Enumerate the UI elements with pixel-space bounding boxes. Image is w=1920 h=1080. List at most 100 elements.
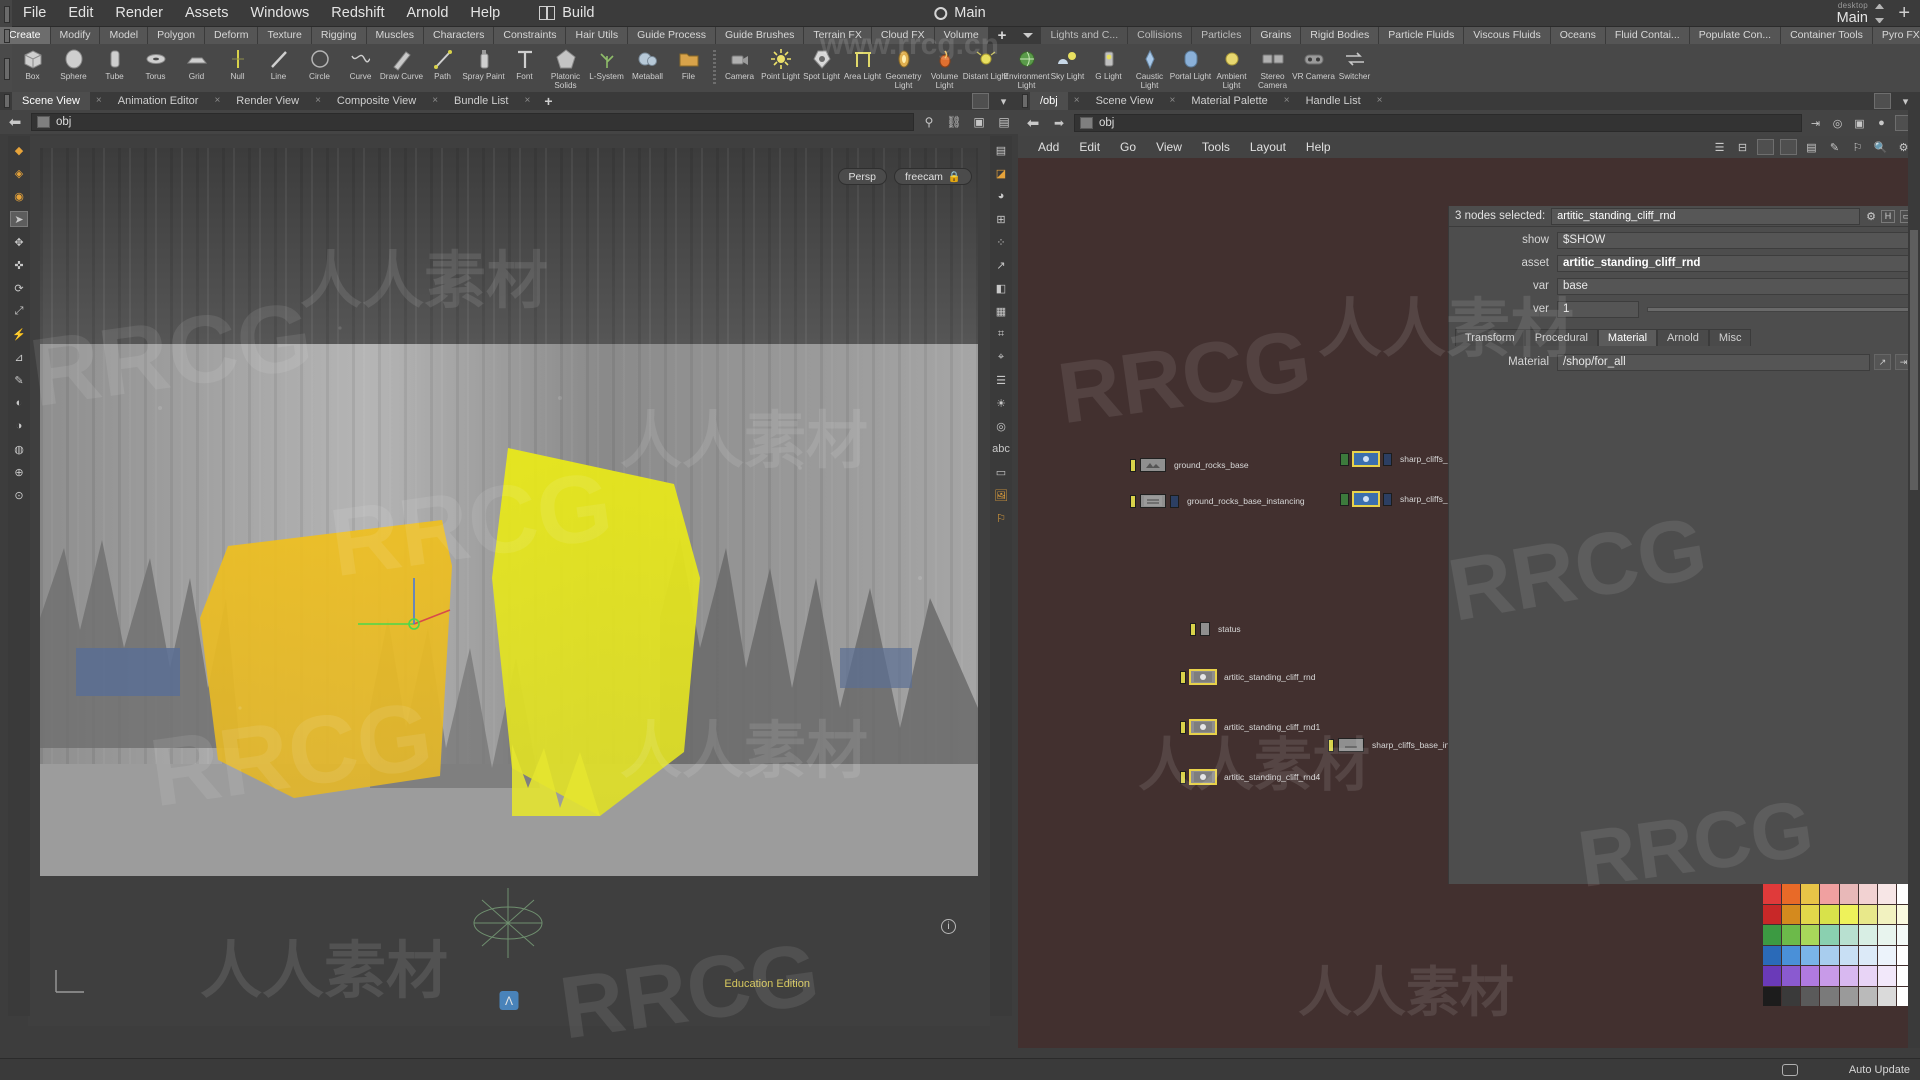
grid-view-icon[interactable] [1757,139,1774,155]
color-swatch[interactable] [1858,925,1877,945]
snapping-icon[interactable]: ⊕ [10,464,28,480]
param-tab-arnold[interactable]: Arnold [1657,329,1709,346]
shelf-tool-circle[interactable]: Circle [299,44,340,92]
shelf-tool-switcher[interactable]: Switcher [1334,44,1375,92]
select-mode-icon[interactable]: ◈ [10,165,28,181]
node-body[interactable] [1140,458,1166,472]
shelf-tool-area-light[interactable]: Area Light [842,44,883,92]
grid-toggle-icon[interactable]: ▦ [992,303,1010,319]
pick-icon[interactable]: ✥ [10,234,28,250]
color-swatch[interactable] [1820,904,1839,924]
color-swatch[interactable] [1801,925,1820,945]
shelf-tool-point-light[interactable]: Point Light [760,44,801,92]
right-vertical-scrollbar[interactable] [1908,110,1920,1048]
network-graph[interactable]: ground_rocks_base ground_rocks_base_inst… [1018,158,1920,1048]
node-ground-rocks-base-instancing[interactable]: ground_rocks_base_instancing [1130,494,1305,508]
tab-scene-view[interactable]: Scene View [12,92,90,110]
shelf-tool-tube[interactable]: Tube [94,44,135,92]
viewport-info-icon[interactable]: i [941,919,956,934]
menu-file[interactable]: File [12,0,57,27]
menu-windows[interactable]: Windows [239,0,320,27]
shelf-tool-curve[interactable]: Curve [340,44,381,92]
normals-icon[interactable]: ↗ [992,257,1010,273]
display-options-icon[interactable]: ▤ [992,142,1010,158]
paint-icon[interactable]: ✎ [10,372,28,388]
color-swatch[interactable] [1877,945,1896,965]
material-toggle-icon[interactable]: ◎ [992,418,1010,434]
shelf-tool-sky-light[interactable]: Sky Light [1047,44,1088,92]
shelf-tab-lights-and-cameras[interactable]: Lights and C... [1041,27,1129,44]
color-swatch[interactable] [1877,966,1896,986]
color-swatch[interactable] [1801,986,1820,1006]
param-slider-ver[interactable] [1647,306,1912,312]
shelf-add-tab-button[interactable]: + [988,27,1016,44]
color-swatch[interactable] [1839,945,1858,965]
auto-update-button[interactable]: Auto Update [1849,1064,1910,1076]
network-path-input[interactable]: obj [1074,114,1802,132]
node-body[interactable] [1353,452,1379,466]
shelf-tool-torus[interactable]: Torus [135,44,176,92]
move-tool-icon[interactable]: ✜ [10,257,28,273]
node-body[interactable] [1200,622,1210,636]
color-swatch[interactable] [1763,884,1782,904]
shelf-tab-cloud-fx[interactable]: Cloud FX [871,27,935,44]
close-icon[interactable]: × [1068,92,1086,110]
shelf-tab-terrain-fx[interactable]: Terrain FX [804,27,872,44]
node-input-connector[interactable] [1340,492,1349,506]
color-swatch[interactable] [1782,966,1801,986]
viewport-render[interactable] [40,148,978,876]
menu-bar-grip[interactable] [0,0,12,27]
shelf-tab-collisions[interactable]: Collisions [1128,27,1193,44]
shelf-tool-caustic-light[interactable]: Caustic Light [1129,44,1170,92]
shelf-tab-muscles[interactable]: Muscles [366,27,425,44]
select-arrow-icon[interactable]: ➤ [10,211,28,227]
text-display-icon[interactable]: abc [992,441,1010,457]
node-name-field[interactable]: artitic_standing_cliff_rnd [1551,207,1861,225]
node-flag-icon[interactable] [1180,720,1186,734]
message-icon[interactable] [1782,1063,1798,1076]
color-swatch[interactable] [1782,945,1801,965]
color-swatch[interactable] [1877,986,1896,1006]
param-value-ver[interactable]: 1 [1557,300,1639,318]
shelf-tab-model[interactable]: Model [100,27,149,44]
node-body[interactable] [1190,770,1216,784]
color-swatch[interactable] [1858,904,1877,924]
tab-animation-editor[interactable]: Animation Editor [107,92,209,110]
shelf-tool-vr-camera[interactable]: VR Camera [1292,44,1335,92]
shelf-tool-portal-light[interactable]: Portal Light [1170,44,1211,92]
shelf-tool-grip[interactable] [0,44,12,92]
param-tab-procedural[interactable]: Procedural [1524,329,1598,346]
backface-icon[interactable]: ◧ [992,280,1010,296]
shelf-tab-pyro-fx[interactable]: Pyro FX [1872,27,1920,44]
shelf-tool-null[interactable]: Null [217,44,258,92]
shelf-tool-environment-light[interactable]: Environment Light [1004,44,1049,92]
rotate-tool-icon[interactable]: ⟳ [10,280,28,296]
close-icon[interactable]: × [1371,92,1389,110]
shelf-dropdown-icon[interactable] [1015,27,1042,44]
desktop-selector[interactable]: desktop Main [1837,1,1868,26]
pane-maximize-icon[interactable] [1874,93,1891,109]
color-swatch[interactable] [1858,884,1877,904]
tab-obj-network[interactable]: /obj [1030,92,1068,110]
resolution-icon[interactable]: ⌗ [992,326,1010,342]
light-toggle-icon[interactable]: ☀ [992,395,1010,411]
network-menu-help[interactable]: Help [1296,136,1341,158]
color-swatch[interactable] [1858,966,1877,986]
shelf-tab-texture[interactable]: Texture [258,27,312,44]
group-icon[interactable]: ◍ [10,441,28,457]
node-flag-icon[interactable] [1130,458,1136,472]
network-menu-add[interactable]: Add [1028,136,1069,158]
camera-selector[interactable]: freecam 🔒 [893,168,972,185]
menu-help[interactable]: Help [459,0,511,27]
close-icon[interactable]: × [426,92,444,110]
shelf-tool-draw-curve[interactable]: Draw Curve [380,44,423,92]
right-pane-grip[interactable] [1018,92,1030,110]
color-swatch[interactable] [1858,945,1877,965]
shelf-tool-l-system[interactable]: L-System [586,44,627,92]
menu-render[interactable]: Render [104,0,174,27]
node-artitic-standing-cliff-rnd1[interactable]: artitic_standing_cliff_rnd1 [1180,720,1320,734]
lock-icon[interactable]: 🔒 [948,170,961,183]
pane-layout-icon[interactable]: ▤ [994,113,1014,131]
back-arrow-icon[interactable]: ⬅ [4,113,26,131]
node-body[interactable] [1353,492,1379,506]
